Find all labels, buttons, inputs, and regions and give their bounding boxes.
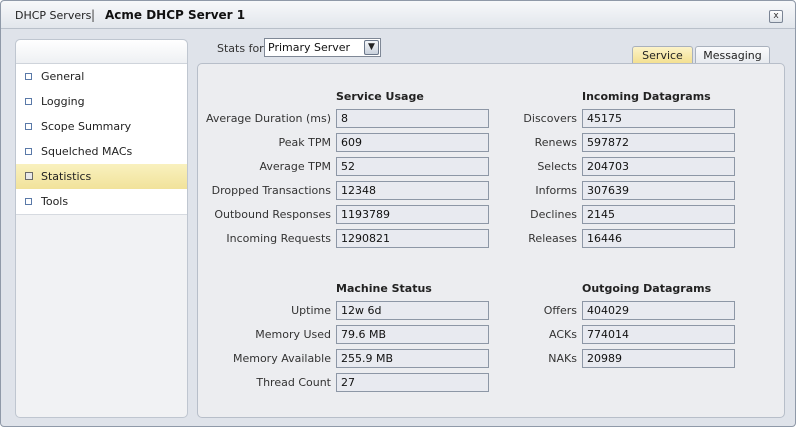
field-label: Memory Available (232, 352, 331, 365)
chevron-down-icon[interactable]: ▼ (364, 40, 379, 55)
field-label: Memory Used (255, 328, 331, 341)
field-label: Renews (534, 136, 577, 149)
sidebar-item-label: Logging (41, 95, 85, 108)
sidebar-item-general[interactable]: General (16, 64, 187, 89)
memory-used-value: 79.6 MB (336, 325, 489, 344)
tab-service[interactable]: Service (632, 46, 693, 64)
bullet-icon (25, 148, 32, 155)
stats-for-select[interactable]: Primary Server ▼ (264, 38, 381, 57)
field-label: Informs (535, 184, 577, 197)
average-duration-value: 8 (336, 109, 489, 128)
service-usage-heading: Service Usage (336, 90, 424, 103)
sidebar-item-label: General (41, 70, 85, 83)
bullet-icon (25, 98, 32, 105)
dropped-transactions-value: 12348 (336, 181, 489, 200)
sidebar-item-scope-summary[interactable]: Scope Summary (16, 114, 187, 139)
selects-value: 204703 (582, 157, 735, 176)
sidebar-item-logging[interactable]: Logging (16, 89, 187, 114)
sidebar: General Logging Scope Summary Squelched … (15, 39, 188, 418)
sidebar-item-tools[interactable]: Tools (16, 189, 187, 214)
peak-tpm-value: 609 (336, 133, 489, 152)
bullet-icon (25, 172, 33, 180)
releases-value: 16446 (582, 229, 735, 248)
field-label: Discovers (523, 112, 577, 125)
outbound-responses-value: 1193789 (336, 205, 489, 224)
outgoing-datagrams-heading: Outgoing Datagrams (582, 282, 712, 295)
sidebar-item-label: Tools (41, 195, 69, 208)
stats-panel: Service Usage Average Duration (ms) 8 Pe… (197, 63, 785, 418)
field-label: Dropped Transactions (211, 184, 331, 197)
acks-value: 774014 (582, 325, 735, 344)
sidebar-item-label: Scope Summary (41, 120, 132, 133)
breadcrumb-separator: | (91, 8, 96, 22)
breadcrumb-current: Acme DHCP Server 1 (105, 8, 246, 22)
sidebar-header (16, 40, 187, 64)
sidebar-item-label: Statistics (41, 170, 92, 183)
field-label: Declines (530, 208, 577, 221)
bullet-icon (25, 73, 32, 80)
sidebar-item-squelched-macs[interactable]: Squelched MACs (16, 139, 187, 164)
field-label: ACKs (549, 328, 577, 341)
thread-count-value: 27 (336, 373, 489, 392)
field-label: NAKs (548, 352, 577, 365)
field-label: Average TPM (259, 160, 331, 173)
field-label: Selects (537, 160, 577, 173)
title-bar: DHCP Servers | Acme DHCP Server 1 x (1, 1, 795, 29)
sidebar-nav: General Logging Scope Summary Squelched … (16, 64, 187, 215)
incoming-requests-value: 1290821 (336, 229, 489, 248)
field-label: Incoming Requests (226, 232, 331, 245)
average-tpm-value: 52 (336, 157, 489, 176)
dhcp-window: DHCP Servers | Acme DHCP Server 1 x Gene… (0, 0, 796, 427)
renews-value: 597872 (582, 133, 735, 152)
discovers-value: 45175 (582, 109, 735, 128)
bullet-icon (25, 198, 32, 205)
breadcrumb-root[interactable]: DHCP Servers (15, 9, 91, 22)
declines-value: 2145 (582, 205, 735, 224)
offers-value: 404029 (582, 301, 735, 320)
field-label: Peak TPM (278, 136, 331, 149)
uptime-value: 12w 6d (336, 301, 489, 320)
close-icon[interactable]: x (769, 10, 783, 23)
field-label: Average Duration (ms) (206, 112, 331, 125)
naks-value: 20989 (582, 349, 735, 368)
tab-messaging[interactable]: Messaging (695, 46, 770, 64)
incoming-datagrams-heading: Incoming Datagrams (582, 90, 711, 103)
bullet-icon (25, 123, 32, 130)
stats-for-value: Primary Server (268, 41, 351, 54)
informs-value: 307639 (582, 181, 735, 200)
sidebar-item-label: Squelched MACs (41, 145, 133, 158)
field-label: Outbound Responses (214, 208, 331, 221)
field-label: Releases (528, 232, 577, 245)
memory-available-value: 255.9 MB (336, 349, 489, 368)
sidebar-item-statistics[interactable]: Statistics (16, 164, 187, 189)
field-label: Offers (543, 304, 577, 317)
machine-status-heading: Machine Status (336, 282, 432, 295)
field-label: Thread Count (256, 376, 331, 389)
stats-for-label: Stats for (217, 42, 264, 55)
field-label: Uptime (291, 304, 331, 317)
